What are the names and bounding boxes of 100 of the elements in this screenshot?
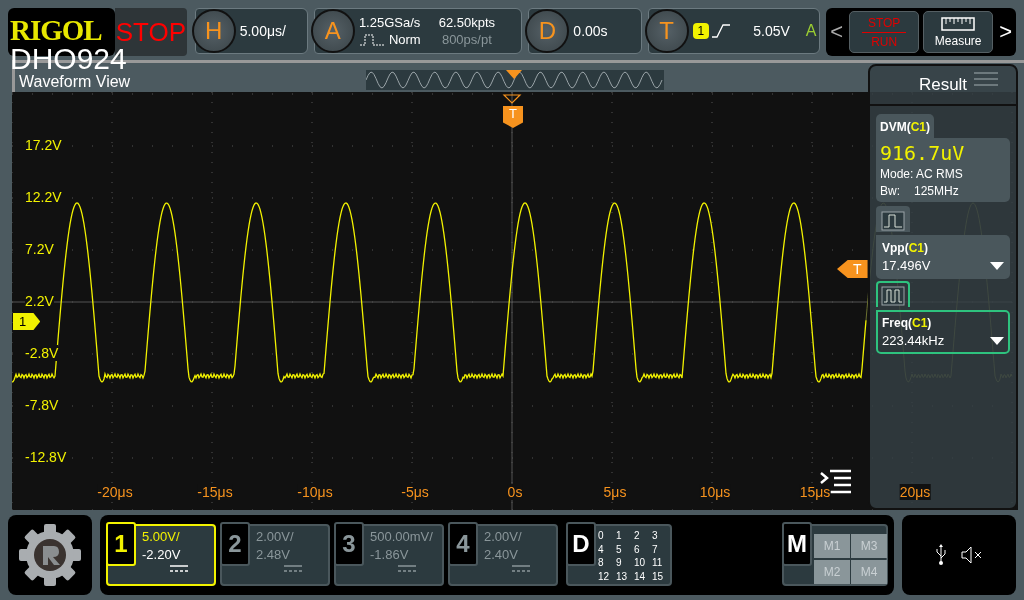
- channel-panel[interactable]: 3 500.00mV/ -1.86V: [334, 524, 444, 586]
- digital-bit: 5: [616, 543, 623, 557]
- channel-number: 3: [334, 522, 364, 566]
- trigger-source: 1: [692, 23, 710, 39]
- time-label: 20μs: [899, 484, 931, 500]
- trigger-badge: T: [644, 9, 689, 53]
- digital-bit: 15: [652, 570, 665, 584]
- bandwidth-label: Bw:: [880, 184, 900, 198]
- closing-paren: ): [924, 241, 928, 255]
- channel-number: 2: [220, 522, 250, 566]
- horizontal-panel[interactable]: H 5.00μs/: [194, 8, 308, 54]
- next-button[interactable]: >: [997, 19, 1014, 45]
- acquire-mode: Norm: [388, 32, 421, 47]
- time-label: -10μs: [297, 484, 333, 500]
- trigger-position-outline-icon: [502, 94, 522, 104]
- result-title: Result: [918, 75, 968, 95]
- math-label: M: [782, 522, 812, 566]
- digital-bit: 14: [634, 570, 647, 584]
- digital-bit: 1: [616, 530, 623, 543]
- channel-panel[interactable]: 2 2.00V/ 2.48V: [220, 524, 330, 586]
- digital-panel[interactable]: D 0 1 2 3 4 5 6 7 8 9 10 11 12 13 14 15: [566, 524, 672, 586]
- dc-coupling-icon: [284, 565, 302, 572]
- measurement-card[interactable]: Freq(C1) 223.44kHz: [876, 310, 1010, 354]
- channel-offset: 2.48V: [256, 547, 291, 562]
- time-label: 5μs: [603, 484, 627, 500]
- dc-coupling-icon: [512, 565, 530, 572]
- channel-scale: 2.00V/: [484, 529, 523, 544]
- trigger-sweep: A: [805, 22, 817, 40]
- measurement-value: 17.496V: [882, 258, 931, 273]
- dc-coupling-icon: [398, 565, 416, 572]
- channel-offset: -2.20V: [142, 547, 182, 562]
- view-title: Waveform View: [18, 72, 132, 92]
- time-label: 15μs: [799, 484, 831, 500]
- delay-badge: D: [525, 9, 570, 53]
- channel-number: 1: [106, 522, 136, 566]
- time-label: -5μs: [401, 484, 429, 500]
- memory-depth: 62.50kpts: [438, 15, 496, 30]
- dvm-title: DVM(: [880, 120, 911, 134]
- trigger-panel[interactable]: T 1 5.05V A: [647, 8, 821, 54]
- channel-panel[interactable]: 4 2.00V/ 2.40V: [448, 524, 558, 586]
- dropdown-icon[interactable]: [990, 261, 1004, 270]
- channel-id: C1: [912, 316, 928, 330]
- channel-scale: 2.00V/: [256, 529, 295, 544]
- measurement-name: Freq(: [882, 316, 912, 330]
- speaker-muted-icon[interactable]: [961, 546, 983, 564]
- channel-offset: 2.40V: [484, 547, 519, 562]
- pulse-icon: [358, 32, 385, 47]
- dvm-card[interactable]: 916.7uV Mode: AC RMS Bw: 125MHz: [876, 138, 1010, 202]
- acquire-panel[interactable]: A 1.25GSa/s Norm 62.50kpts 800ps/pt: [313, 8, 523, 54]
- voltage-label: 17.2V: [25, 137, 62, 153]
- channel-panel[interactable]: 1 5.00V/ -2.20V: [106, 524, 216, 586]
- previous-button[interactable]: <: [828, 19, 846, 45]
- trigger-level: 5.05V: [753, 23, 790, 39]
- delay-offset: 0.00s: [573, 23, 608, 39]
- horizontal-badge: H: [191, 9, 236, 53]
- time-label: 0s: [507, 484, 523, 500]
- dc-coupling-icon: [170, 565, 188, 572]
- channel-id: C1: [908, 241, 924, 255]
- dvm-tab[interactable]: DVM(C1): [876, 114, 934, 138]
- digital-bit: 11: [652, 557, 664, 570]
- voltage-label: -12.8V: [25, 449, 67, 465]
- channel-scale: 5.00V/: [142, 529, 181, 544]
- channel-offset: -1.86V: [370, 547, 410, 562]
- digital-bit: 13: [616, 570, 629, 584]
- delay-panel[interactable]: D 0.00s: [528, 8, 642, 54]
- usb-icon: [935, 544, 947, 566]
- closing-paren: ): [927, 316, 932, 330]
- time-label: -20μs: [97, 484, 133, 500]
- digital-bit: 2: [634, 530, 641, 543]
- sample-interval: 800ps/pt: [441, 32, 492, 47]
- brand-logo: RIGOL: [10, 13, 102, 47]
- digital-bit: 0: [598, 530, 605, 543]
- measure-button[interactable]: Measure: [923, 11, 994, 53]
- voltage-label: -2.8V: [25, 345, 59, 361]
- voltage-label: -7.8V: [25, 397, 59, 413]
- voltage-label: 12.2V: [25, 189, 62, 205]
- digital-bit: 7: [652, 543, 659, 557]
- channel-number: 4: [448, 522, 478, 566]
- measurement-card[interactable]: Vpp(C1) 17.496V: [876, 235, 1010, 279]
- channel-scale: 500.00mV/: [370, 529, 434, 544]
- dropdown-icon[interactable]: [990, 336, 1004, 345]
- ruler-icon: [941, 16, 976, 31]
- dvm-reading: 916.7uV: [880, 142, 966, 164]
- digital-bit: 8: [598, 557, 605, 570]
- acquire-badge: A: [310, 9, 355, 53]
- time-label: -15μs: [197, 484, 233, 500]
- digital-bit: 4: [598, 543, 605, 557]
- channel-id: C1: [910, 120, 926, 134]
- digital-bit: 3: [652, 530, 659, 543]
- digital-bit: 6: [634, 543, 641, 557]
- digital-bit: 10: [634, 557, 647, 570]
- gear-icon[interactable]: [17, 522, 83, 588]
- dvm-mode: Mode: AC RMS: [880, 167, 964, 181]
- sample-rate: 1.25GSa/s: [358, 15, 421, 30]
- voltage-label: 2.2V: [25, 293, 54, 309]
- measure-type-icon: [881, 211, 905, 231]
- digital-bit: 12: [598, 570, 611, 584]
- rising-edge-icon: [711, 23, 732, 39]
- closing-paren: ): [926, 120, 930, 134]
- bandwidth-value: 125MHz: [914, 184, 959, 198]
